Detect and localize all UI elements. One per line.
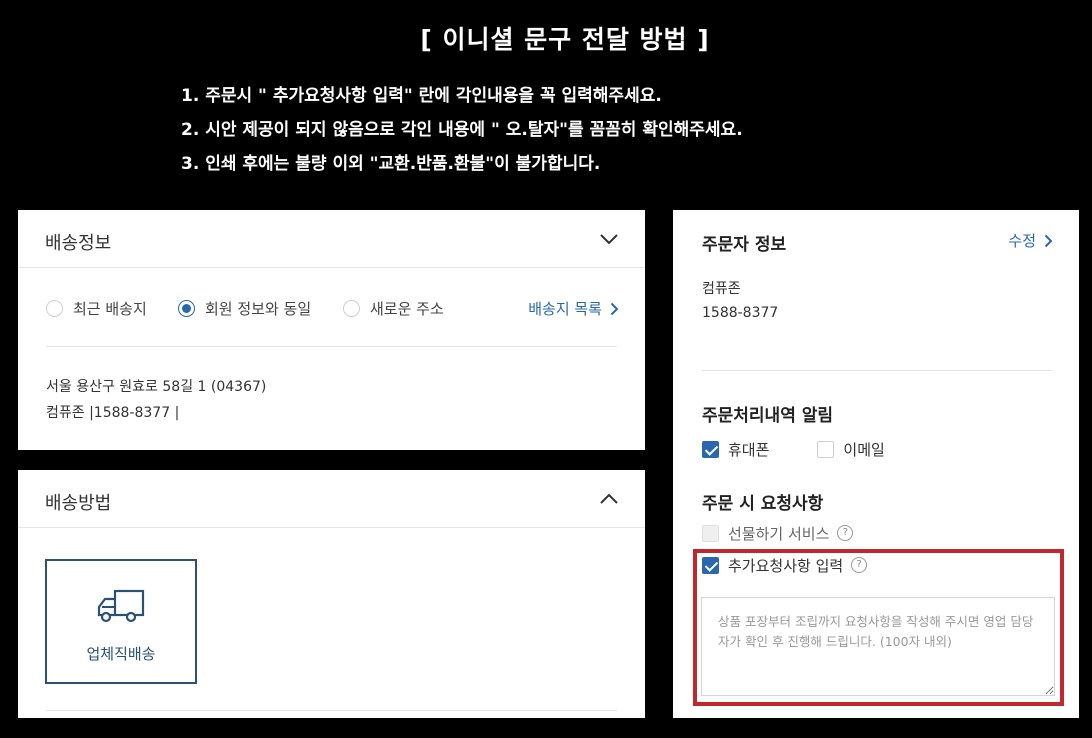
radio-label: 최근 배송지	[73, 300, 147, 318]
divider	[702, 370, 1053, 371]
chevron-down-icon[interactable]	[599, 231, 619, 247]
help-icon[interactable]: ?	[837, 525, 854, 541]
address-type-options: 최근 배송지 회원 정보와 동일 새로운 주소 배송지 목록	[46, 298, 619, 320]
shipping-method-header[interactable]: 배송방법	[18, 470, 645, 528]
checkbox-icon	[702, 524, 719, 542]
truck-icon	[97, 589, 145, 623]
radio-label: 회원 정보와 동일	[205, 300, 312, 318]
order-request-title: 주문 시 요청사항	[702, 494, 824, 514]
highlight-box	[693, 549, 1064, 706]
radio-icon[interactable]	[178, 300, 195, 317]
divider	[46, 710, 617, 711]
chevron-right-icon	[1044, 234, 1053, 247]
radio-label: 새로운 주소	[370, 300, 444, 318]
orderer-title: 주문자 정보	[702, 235, 787, 255]
orderer-phone: 1588-8377	[702, 305, 779, 321]
edit-label: 수정	[1008, 232, 1036, 250]
shipping-info-card: 배송정보 최근 배송지 회원 정보와 동일 새로운 주소 배송지 목록 서울 용…	[18, 210, 645, 450]
address-line: 서울 용산구 원효로 58길 1 (04367)	[46, 379, 267, 395]
orderer-name: 컴퓨존	[702, 281, 741, 297]
shipping-info-header[interactable]: 배송정보	[18, 210, 645, 268]
gift-service-label: 선물하기 서비스	[728, 524, 830, 543]
gift-service-row: 선물하기 서비스 ?	[702, 523, 854, 543]
chevron-up-icon[interactable]	[599, 491, 619, 507]
shipping-method-card: 배송방법 업체직배송	[18, 470, 645, 718]
shipping-method-title: 배송방법	[45, 493, 112, 514]
notice-item: 1. 주문시 " 추가요청사항 입력" 란에 각인내용을 꼭 입력해주세요.	[181, 86, 662, 106]
checkbox-icon[interactable]	[817, 440, 835, 458]
chevron-right-icon	[610, 302, 619, 315]
notifications-title: 주문처리내역 알림	[702, 406, 834, 426]
checkbox-mobile[interactable]: 휴대폰	[702, 439, 769, 460]
edit-orderer-link[interactable]: 수정	[1008, 230, 1053, 251]
radio-same-as-member[interactable]: 회원 정보와 동일	[178, 298, 311, 319]
notice-title: [ 이니셜 문구 전달 방법 ]	[420, 25, 710, 54]
notice-item: 2. 시안 제공이 되지 않음으로 각인 내용에 " 오.탈자"를 꼼꼼히 확인…	[181, 120, 743, 140]
checkbox-email[interactable]: 이메일	[817, 439, 885, 460]
contact-line: 컴퓨존 |1588-8377 |	[46, 405, 180, 421]
checkbox-label: 이메일	[843, 440, 885, 459]
notice-list: 1. 주문시 " 추가요청사항 입력" 란에 각인내용을 꼭 입력해주세요. 2…	[181, 84, 743, 186]
radio-icon[interactable]	[46, 300, 63, 317]
radio-recent-address[interactable]: 최근 배송지	[46, 298, 147, 319]
notification-options: 휴대폰 이메일	[702, 439, 933, 459]
direct-delivery-option[interactable]: 업체직배송	[45, 559, 197, 684]
checkbox-icon[interactable]	[702, 440, 719, 458]
radio-icon[interactable]	[343, 300, 360, 317]
divider	[46, 346, 617, 347]
address-list-label: 배송지 목록	[528, 300, 602, 318]
address-list-link[interactable]: 배송지 목록	[528, 298, 619, 319]
shipping-info-title: 배송정보	[45, 233, 112, 254]
radio-new-address[interactable]: 새로운 주소	[343, 298, 444, 319]
notice-item: 3. 인쇄 후에는 불량 이외 "교환.반품.환불"이 불가합니다.	[181, 154, 601, 174]
checkbox-label: 휴대폰	[728, 440, 770, 459]
direct-delivery-label: 업체직배송	[86, 645, 156, 663]
